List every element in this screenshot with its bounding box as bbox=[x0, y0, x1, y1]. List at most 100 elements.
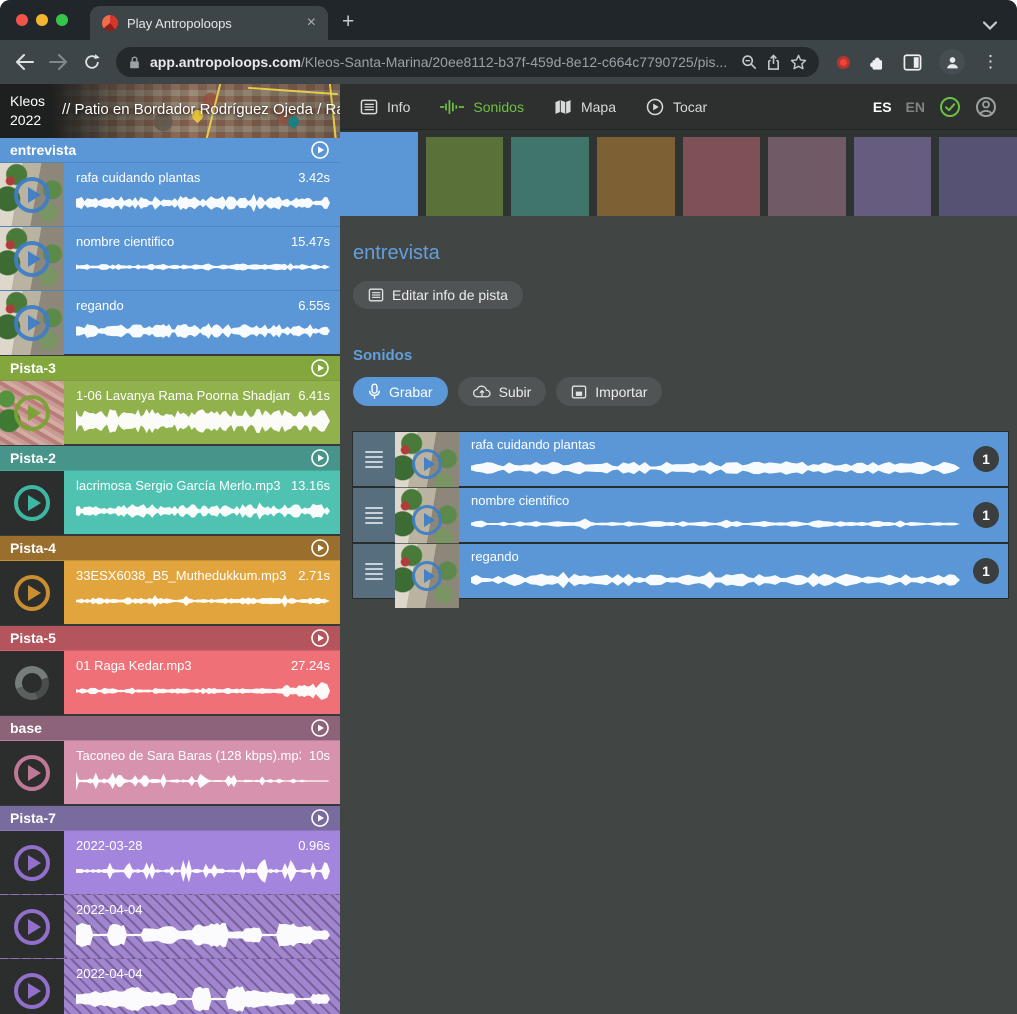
sound-thumbnail[interactable] bbox=[0, 895, 64, 959]
sound-thumbnail[interactable] bbox=[0, 291, 64, 355]
browser-tab[interactable]: Play Antropoloops × bbox=[90, 6, 328, 40]
waveform[interactable] bbox=[76, 588, 330, 614]
sound-thumbnail[interactable] bbox=[0, 959, 64, 1014]
play-track-icon[interactable] bbox=[310, 628, 330, 648]
url-text[interactable]: app.antropoloops.com/Kleos-Santa-Marina/… bbox=[150, 54, 732, 70]
sound-item[interactable]: 01 Raga Kedar.mp327.24s bbox=[0, 650, 340, 714]
play-sound-icon[interactable] bbox=[14, 485, 50, 521]
track-header[interactable]: Pista-3 bbox=[0, 356, 340, 380]
track-header[interactable]: Pista-5 bbox=[0, 626, 340, 650]
reload-icon[interactable] bbox=[76, 46, 108, 78]
play-sound-icon[interactable] bbox=[412, 561, 442, 591]
sound-item[interactable]: regando6.55s bbox=[0, 290, 340, 354]
waveform[interactable] bbox=[76, 768, 330, 794]
sound-row[interactable]: rafa cuidando plantas 1 bbox=[353, 432, 1008, 486]
play-sound-icon[interactable] bbox=[14, 305, 50, 341]
tab-tocar[interactable]: Tocar bbox=[646, 98, 707, 116]
sound-item[interactable]: 2022-04-04 bbox=[0, 894, 340, 958]
share-icon[interactable] bbox=[766, 54, 781, 71]
edit-track-info-button[interactable]: Editar info de pista bbox=[353, 281, 523, 309]
minimize-window-button[interactable] bbox=[36, 14, 48, 26]
sound-item[interactable]: nombre cientifico15.47s bbox=[0, 226, 340, 290]
track-block[interactable] bbox=[511, 137, 589, 216]
play-sound-icon[interactable] bbox=[14, 395, 50, 431]
play-track-icon[interactable] bbox=[310, 140, 330, 160]
waveform[interactable] bbox=[76, 318, 330, 344]
sound-thumbnail[interactable] bbox=[0, 471, 64, 535]
zoom-icon[interactable] bbox=[741, 54, 757, 70]
menu-icon[interactable]: ⋮ bbox=[982, 52, 999, 72]
play-sound-icon[interactable] bbox=[14, 177, 50, 213]
star-icon[interactable] bbox=[790, 54, 807, 70]
profile-icon[interactable] bbox=[939, 49, 965, 75]
waveform[interactable] bbox=[76, 922, 330, 948]
sound-row[interactable]: regando 1 bbox=[353, 544, 1008, 598]
tab-sonidos[interactable]: Sonidos bbox=[440, 99, 524, 115]
track-block[interactable] bbox=[939, 137, 1017, 216]
account-icon[interactable] bbox=[975, 96, 997, 118]
sound-thumbnail[interactable] bbox=[0, 831, 64, 895]
track-header[interactable]: Pista-2 bbox=[0, 446, 340, 470]
play-track-icon[interactable] bbox=[310, 538, 330, 558]
app-logo[interactable]: Kleos2022 bbox=[10, 92, 45, 130]
play-track-icon[interactable] bbox=[310, 808, 330, 828]
track-header[interactable]: entrevista bbox=[0, 138, 340, 162]
track-block[interactable] bbox=[854, 137, 932, 216]
waveform[interactable] bbox=[76, 190, 330, 216]
play-track-icon[interactable] bbox=[310, 718, 330, 738]
import-button[interactable]: Importar bbox=[556, 377, 662, 406]
sound-item[interactable]: Taconeo de Sara Baras (128 kbps).mp310s bbox=[0, 740, 340, 804]
tab-info[interactable]: Info bbox=[360, 99, 410, 115]
url-bar[interactable]: app.antropoloops.com/Kleos-Santa-Marina/… bbox=[116, 47, 819, 77]
sound-item[interactable]: 1-06 Lavanya Rama Poorna Shadjam Rupak..… bbox=[0, 380, 340, 444]
sound-thumbnail[interactable] bbox=[0, 741, 64, 805]
forward-icon[interactable] bbox=[42, 46, 74, 78]
sound-thumbnail[interactable] bbox=[0, 561, 64, 625]
sound-item[interactable]: lacrimosa Sergio García Merlo.mp313.16s bbox=[0, 470, 340, 534]
tab-mapa[interactable]: Mapa bbox=[554, 99, 616, 115]
waveform[interactable] bbox=[76, 678, 330, 704]
lang-es[interactable]: ES bbox=[873, 99, 892, 115]
play-track-icon[interactable] bbox=[310, 448, 330, 468]
waveform[interactable] bbox=[76, 986, 330, 1012]
waveform[interactable] bbox=[76, 498, 330, 524]
sound-thumbnail[interactable] bbox=[395, 488, 459, 552]
sound-thumbnail[interactable] bbox=[395, 544, 459, 608]
fullscreen-window-button[interactable] bbox=[56, 14, 68, 26]
sound-row[interactable]: nombre cientifico 1 bbox=[353, 488, 1008, 542]
track-header[interactable]: Pista-4 bbox=[0, 536, 340, 560]
waveform[interactable] bbox=[76, 254, 330, 280]
upload-button[interactable]: Subir bbox=[458, 377, 547, 406]
sound-item[interactable]: 33ESX6038_B5_Muthedukkum.mp32.71s bbox=[0, 560, 340, 624]
sound-thumbnail[interactable] bbox=[0, 381, 64, 445]
new-tab-button[interactable]: + bbox=[342, 10, 354, 34]
sidepanel-icon[interactable] bbox=[903, 54, 922, 71]
play-sound-icon[interactable] bbox=[14, 973, 50, 1009]
sound-thumbnail[interactable] bbox=[0, 651, 64, 715]
sound-thumbnail[interactable] bbox=[0, 163, 64, 227]
track-block[interactable] bbox=[340, 132, 418, 216]
play-sound-icon[interactable] bbox=[14, 845, 50, 881]
back-icon[interactable] bbox=[8, 46, 40, 78]
window-controls[interactable] bbox=[0, 0, 84, 40]
record-button[interactable]: Grabar bbox=[353, 377, 448, 406]
track-header[interactable]: Pista-7 bbox=[0, 806, 340, 830]
lang-en[interactable]: EN bbox=[906, 99, 925, 115]
drag-handle-icon[interactable] bbox=[353, 544, 395, 598]
play-sound-icon[interactable] bbox=[412, 449, 442, 479]
lock-icon[interactable] bbox=[128, 55, 141, 70]
close-window-button[interactable] bbox=[16, 14, 28, 26]
play-sound-icon[interactable] bbox=[412, 505, 442, 535]
waveform[interactable] bbox=[471, 456, 960, 480]
sound-item[interactable]: 2022-04-04 bbox=[0, 958, 340, 1014]
track-block[interactable] bbox=[683, 137, 761, 216]
play-sound-icon[interactable] bbox=[14, 755, 50, 791]
sound-item[interactable]: 2022-03-280.96s bbox=[0, 830, 340, 894]
play-sound-icon[interactable] bbox=[14, 241, 50, 277]
waveform[interactable] bbox=[471, 512, 960, 536]
drag-handle-icon[interactable] bbox=[353, 488, 395, 542]
sound-thumbnail[interactable] bbox=[0, 227, 64, 291]
play-track-icon[interactable] bbox=[310, 358, 330, 378]
waveform[interactable] bbox=[76, 858, 330, 884]
sound-thumbnail[interactable] bbox=[395, 432, 459, 496]
